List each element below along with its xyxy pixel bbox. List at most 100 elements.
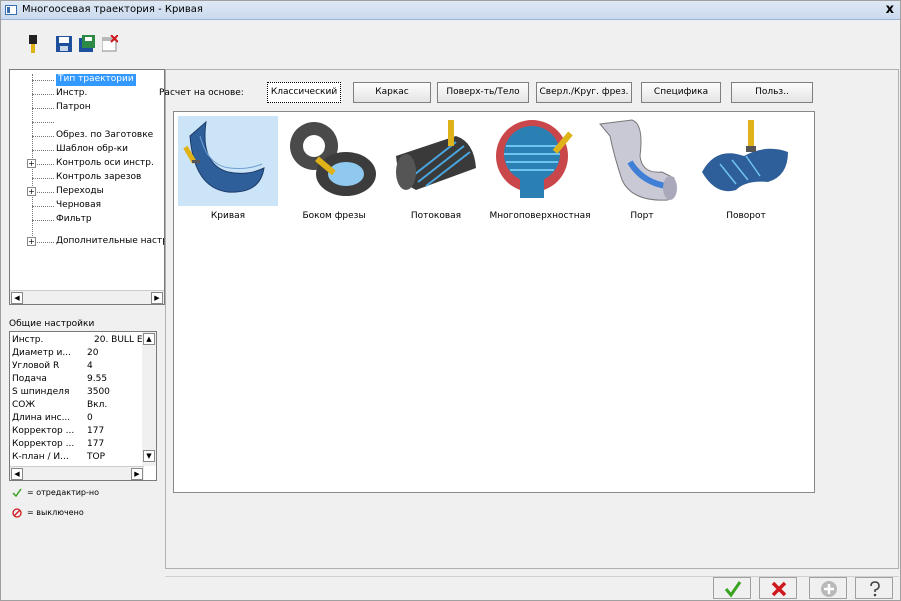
list-item[interactable]: S шпинделя 3500 [12,387,152,399]
dialog-window: Многоосевая траектория - Кривая x Тип тр… [0,0,901,601]
list-item[interactable]: Длина инс... 0 [12,413,152,425]
tree-item-cut-pattern[interactable]: Шаблон обр-ки [56,144,128,156]
legend-edited-label: = отредактир-но [27,488,100,497]
list-item[interactable]: Инстр. 20. BULL E [12,335,152,347]
toolpath-port[interactable]: Порт [592,116,692,226]
ok-button[interactable] [713,577,751,599]
save-icon[interactable] [56,35,72,53]
tab-surface-solid[interactable]: Поверх-ть/Тело [437,82,529,103]
tree-connector [32,108,54,109]
scroll-up-icon[interactable]: ▲ [143,333,155,345]
check-icon [12,488,22,498]
window-icon [5,5,17,15]
rotary-thumbnail [696,116,796,206]
tree-connector [32,150,54,151]
prop-value: Вкл. [87,400,108,410]
prop-name: Подача [12,374,47,384]
props-horizontal-scrollbar[interactable]: ◀ ▶ [10,466,144,480]
toolpath-multisurface[interactable]: Многоповерхностная [489,116,591,226]
disabled-icon [12,508,22,518]
prop-value: 9.55 [87,374,108,384]
prop-value: 4 [87,361,93,371]
prop-value: 20 [87,348,99,358]
tree-item-stock-trim[interactable]: Обрез. по Заготовке [56,130,153,142]
title-bar: Многоосевая траектория - Кривая x [1,1,900,20]
tree-item-filter[interactable]: Фильтр [56,214,92,226]
tool-icon[interactable] [25,35,41,53]
toolpath-curve-label: Кривая [210,211,246,221]
props-vertical-scrollbar[interactable]: ▲ ▼ [142,332,156,466]
toolpath-port-label: Порт [630,211,654,221]
prop-name: Угловой R [12,361,60,371]
tree-item-toolpath-type[interactable]: Тип траектории [56,74,136,86]
tab-custom[interactable]: Польз.. [731,82,813,103]
scroll-left-icon[interactable]: ◀ [11,468,23,480]
prop-value: TOP [87,452,106,461]
scroll-right-icon[interactable]: ▶ [131,468,143,480]
swarf-thumbnail [284,116,384,206]
prop-value: 3500 [87,387,110,397]
general-settings-list: Инстр. 20. BULL E Диаметр и... 20 Углово… [9,331,157,481]
discard-icon[interactable] [102,35,118,53]
prop-name: Длина инс... [12,413,71,423]
tab-wireframe[interactable]: Каркас [353,82,431,103]
legend-disabled-label: = выключено [27,508,84,517]
general-settings-title: Общие настройки [9,319,95,329]
list-item[interactable]: Угловой R 4 [12,361,152,373]
prop-value: 0 [87,413,93,423]
tab-specific[interactable]: Специфика [641,82,721,103]
tree-item-collision-control[interactable]: Контроль зарезов [56,172,141,184]
toolpath-rotary[interactable]: Поворот [696,116,796,226]
save-all-icon[interactable] [79,35,95,53]
multisurface-thumbnail [490,116,590,206]
toolpath-rotary-label: Поворот [726,211,766,221]
cancel-button[interactable] [759,577,797,599]
tree-connector [32,136,54,137]
list-item[interactable]: Корректор ... 177 [12,439,152,451]
toolpath-flow[interactable]: Потоковая [386,116,486,226]
tree-item-tool[interactable]: Инстр. [56,88,87,100]
tree-connector [32,80,54,81]
expand-icon[interactable]: + [27,237,36,246]
list-item[interactable]: Диаметр и... 20 [12,348,152,360]
list-item[interactable]: Подача 9.55 [12,374,152,386]
list-item[interactable]: Корректор ... 177 [12,426,152,438]
tree-item-holder[interactable]: Патрон [56,102,91,114]
toolpath-flow-label: Потоковая [410,211,462,221]
prop-value: 177 [87,426,105,436]
tree-item-roughing[interactable]: Черновая [56,200,101,212]
tab-drill-circle-mill[interactable]: Сверл./Круг. фрез. [536,82,632,103]
window-title: Многоосевая траектория - Кривая [22,4,203,15]
tree-item-additional-settings[interactable]: Дополнительные настр [56,236,164,248]
expand-icon[interactable]: + [27,159,36,168]
curve-thumbnail [178,116,278,206]
prop-name: Корректор ... [12,426,75,436]
tree-connector [32,206,54,207]
list-item[interactable]: СОЖ Вкл. [12,400,152,412]
tree-connector [32,122,54,123]
check-icon [724,581,742,598]
help-icon [870,581,880,597]
left-pane: Тип траектории Инстр. Патрон Обрез. по З… [9,69,165,597]
scroll-right-icon[interactable]: ▶ [151,292,163,304]
tab-classic[interactable]: Классический [267,82,341,103]
close-button[interactable]: x [886,2,894,17]
add-icon [821,581,837,597]
prop-name: СОЖ [12,400,36,410]
scroll-down-icon[interactable]: ▼ [143,450,155,462]
prop-name: S шпинделя [12,387,70,397]
prop-name: К-план / И... [12,452,69,461]
tree-horizontal-scrollbar[interactable]: ◀ ▶ [10,290,164,304]
tree-connector [32,220,54,221]
toolpath-swarf[interactable]: Боком фрезы [284,116,384,226]
flow-thumbnail [386,116,486,206]
help-button[interactable] [855,577,893,599]
toolpath-curve[interactable]: Кривая [178,116,278,226]
prop-name: Инстр. [12,335,44,345]
expand-icon[interactable]: + [27,187,36,196]
apply-button[interactable] [809,577,847,599]
list-item[interactable]: К-план / И... TOP [12,452,152,461]
tree-item-tool-axis-control[interactable]: Контроль оси инстр. [56,158,154,170]
tree-item-linking[interactable]: Переходы [56,186,104,198]
scroll-left-icon[interactable]: ◀ [11,292,23,304]
